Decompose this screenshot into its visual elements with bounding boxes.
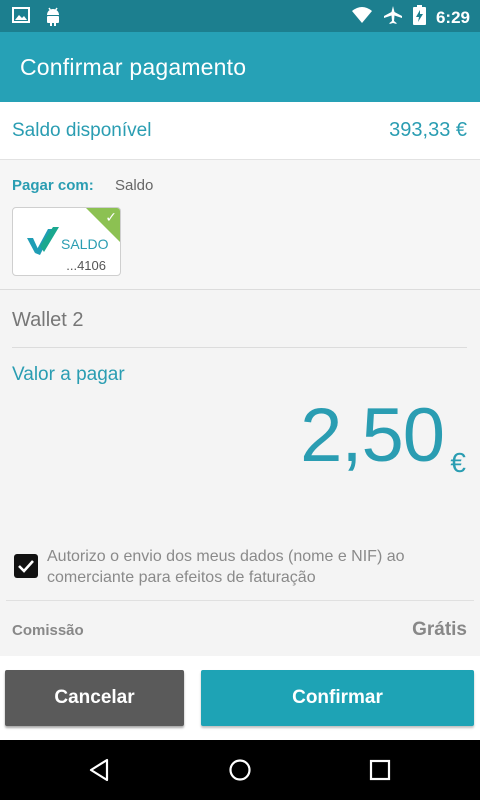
amount-value: 2,50 bbox=[300, 393, 445, 478]
airplane-icon bbox=[383, 5, 403, 30]
payment-method-section: Pagar com: Saldo ✓ SALDO ...4106 bbox=[0, 160, 480, 290]
wifi-icon bbox=[351, 6, 373, 29]
consent-checkbox[interactable] bbox=[14, 554, 38, 578]
balance-value: 393,33 € bbox=[389, 119, 467, 141]
balance-label: Saldo disponível bbox=[12, 120, 152, 141]
consent-text[interactable]: Autorizo o envio dos meus dados (nome e … bbox=[47, 546, 447, 588]
card-number: ...4106 bbox=[66, 258, 106, 273]
amount-label: Valor a pagar bbox=[12, 364, 125, 385]
battery-charging-icon bbox=[412, 5, 426, 30]
confirm-button[interactable]: Confirmar bbox=[201, 670, 474, 726]
app-bar: Confirmar pagamento bbox=[0, 32, 480, 102]
card-name: SALDO bbox=[61, 236, 109, 252]
navigation-bar bbox=[0, 740, 480, 800]
back-icon[interactable] bbox=[85, 755, 115, 785]
amount-currency: € bbox=[450, 447, 466, 478]
wallet-name: Wallet 2 bbox=[12, 309, 84, 331]
clock: 6:29 bbox=[435, 7, 470, 27]
divider bbox=[12, 347, 467, 348]
fee-value: Grátis bbox=[412, 619, 467, 640]
available-balance-row: Saldo disponível 393,33 € bbox=[0, 102, 480, 160]
check-icon: ✓ bbox=[105, 209, 117, 225]
recents-icon[interactable] bbox=[365, 755, 395, 785]
fee-label: Comissão bbox=[12, 622, 84, 639]
pay-with-value: Saldo bbox=[115, 177, 154, 194]
checkmark-icon bbox=[18, 560, 34, 573]
cancel-button[interactable]: Cancelar bbox=[5, 670, 184, 726]
status-bar: 6:29 bbox=[0, 0, 480, 32]
page-title: Confirmar pagamento bbox=[20, 54, 247, 80]
image-icon bbox=[12, 6, 30, 31]
pay-with-label: Pagar com: bbox=[12, 177, 94, 194]
android-icon bbox=[44, 6, 62, 31]
action-footer: Cancelar Confirmar bbox=[0, 656, 480, 740]
payment-card-saldo[interactable]: ✓ SALDO ...4106 bbox=[12, 207, 121, 276]
home-icon[interactable] bbox=[225, 755, 255, 785]
wallet-logo-icon bbox=[26, 226, 60, 261]
divider bbox=[6, 600, 474, 601]
